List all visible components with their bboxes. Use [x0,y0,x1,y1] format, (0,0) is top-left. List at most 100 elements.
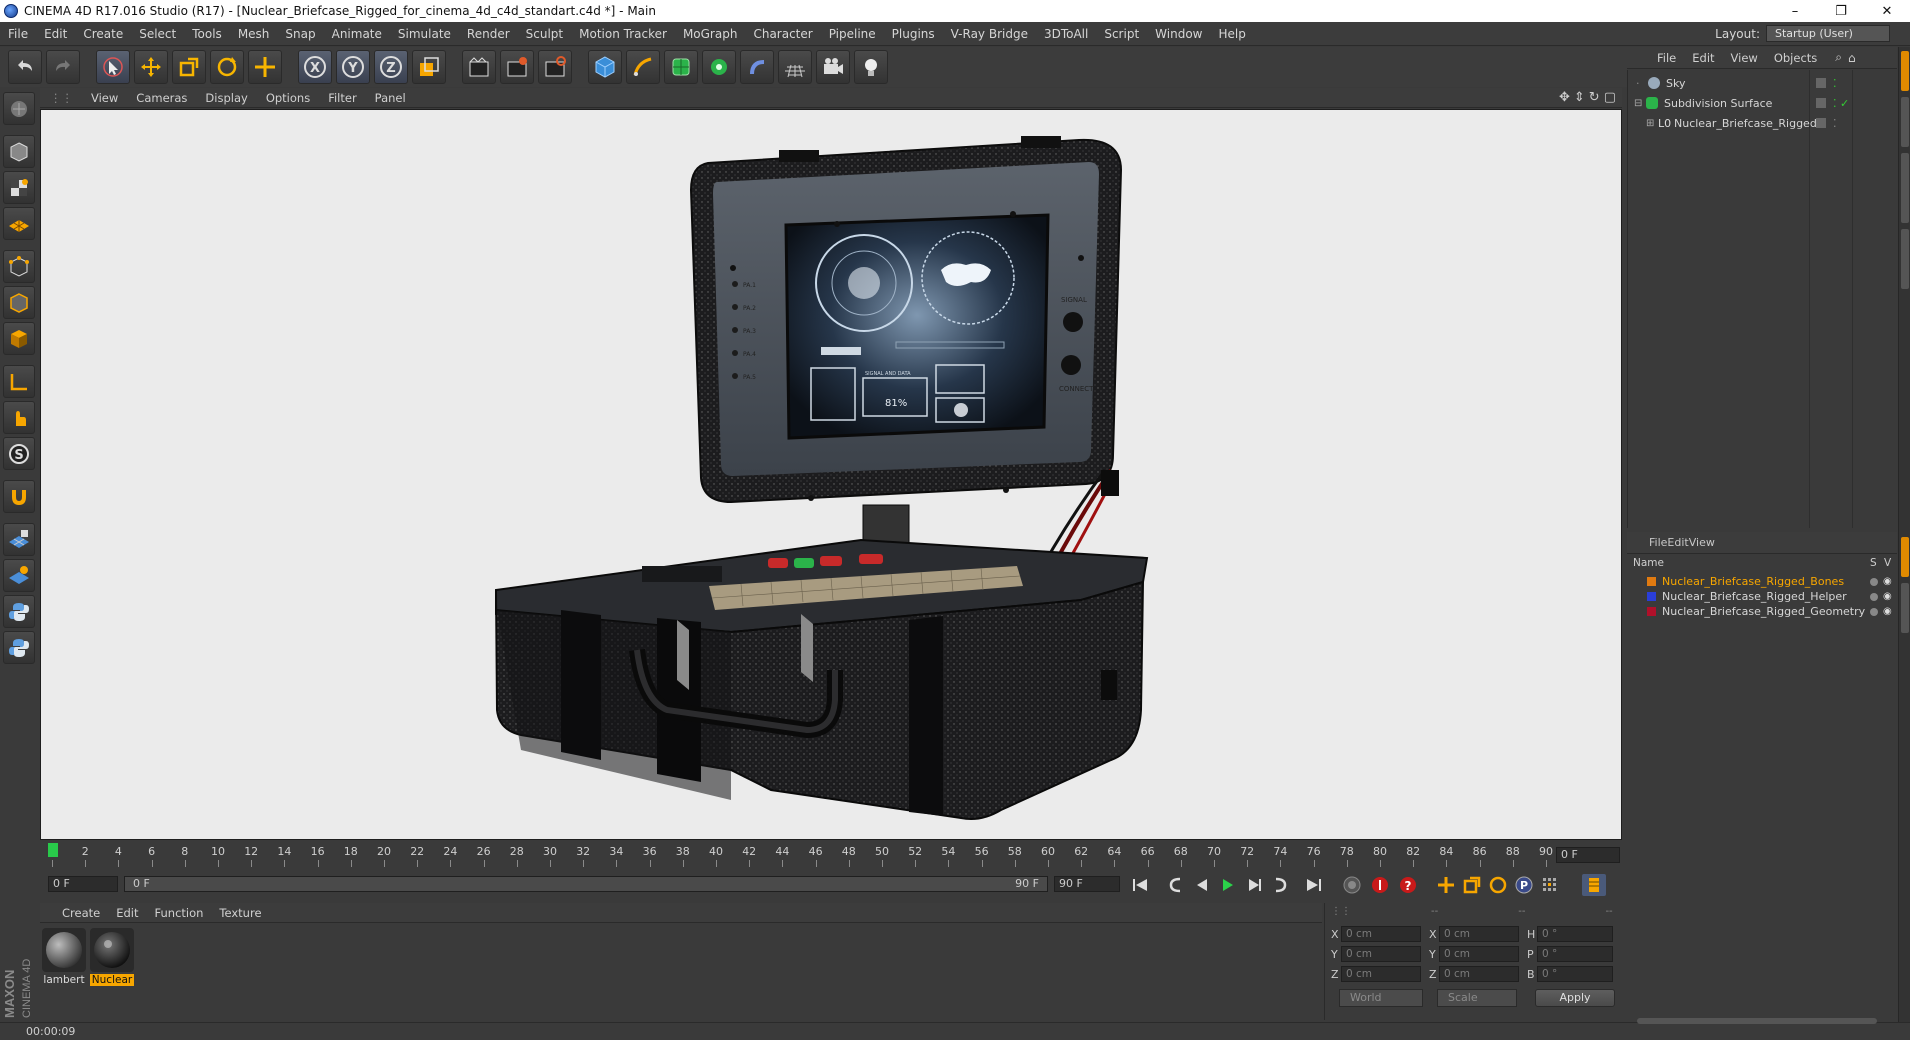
solo-toggle-icon[interactable] [1870,577,1878,586]
pen-icon[interactable] [626,50,660,84]
tweak-mode-icon[interactable] [3,401,35,434]
menu-mesh[interactable]: Mesh [230,27,278,41]
menu-vray-bridge[interactable]: V-Ray Bridge [943,27,1036,41]
layer-color-swatch[interactable] [1647,607,1656,616]
layer-color-swatch[interactable] [1647,592,1656,601]
scale-icon[interactable] [172,50,206,84]
pla-key-icon[interactable] [1538,874,1562,896]
x-axis-icon[interactable]: X [298,50,332,84]
y-axis-icon[interactable]: Y [336,50,370,84]
expand-icon[interactable]: ⊞ [1646,118,1658,129]
layers-tab[interactable] [1901,583,1909,633]
visibility-dots-icon[interactable]: ⁚ [1833,117,1837,130]
material-lambert[interactable]: lambert [42,928,86,986]
material-menu-function[interactable]: Function [147,906,212,920]
rotate-icon[interactable] [210,50,244,84]
viewport-menu-cameras[interactable]: Cameras [127,91,196,105]
objects-menu-edit[interactable]: Edit [1684,51,1722,65]
position-x-field[interactable]: 0 cm [1341,926,1421,942]
content-browser-tab[interactable] [1901,153,1909,223]
viewport-menu-display[interactable]: Display [196,91,256,105]
next-key-icon[interactable] [1242,874,1266,896]
material-nuclear[interactable]: Nuclear [90,928,134,986]
model-mode-icon[interactable] [3,135,35,168]
frame-ruler[interactable]: 0246810121416182022242628303234363840424… [48,843,1553,867]
auto-key-icon[interactable] [1368,874,1392,896]
search-icon[interactable]: ⌕ [1835,50,1842,65]
transform-icon[interactable] [248,50,282,84]
menu-render[interactable]: Render [459,27,518,41]
timeline-icon[interactable] [1582,874,1606,896]
end-frame-field[interactable]: 90 F [1054,876,1120,892]
scale-key-icon[interactable] [1460,874,1484,896]
python-icon[interactable] [3,595,35,628]
menu-plugins[interactable]: Plugins [884,27,943,41]
menu-window[interactable]: Window [1147,27,1210,41]
workplane-icon[interactable] [3,207,35,240]
viewport-menu-filter[interactable]: Filter [319,91,365,105]
objects-menu-file[interactable]: File [1649,51,1684,65]
render-picture-viewer-icon[interactable] [500,50,534,84]
position-z-field[interactable]: 0 cm [1341,966,1421,982]
rotation-h-field[interactable]: 0 ° [1537,926,1613,942]
objects-menu-objects[interactable]: Objects [1766,51,1825,65]
move-view-icon[interactable]: ✥ [1559,90,1570,105]
size-z-field[interactable]: 0 cm [1439,966,1519,982]
menu-select[interactable]: Select [131,27,184,41]
magnet-icon[interactable] [3,480,35,513]
menu-edit[interactable]: Edit [36,27,75,41]
timeline-playhead[interactable] [48,843,58,857]
workplane-lock-icon[interactable] [3,523,35,556]
layers-menu-edit[interactable]: Edit [1667,536,1688,549]
loop-icon[interactable] [1268,874,1292,896]
current-frame-field[interactable]: 0 F [1556,847,1620,863]
layout-select[interactable]: Startup (User) [1766,25,1890,42]
structure-tab[interactable] [1901,229,1909,289]
close-button[interactable]: ✕ [1864,0,1910,22]
axis-mode-icon[interactable] [3,365,35,398]
layer-row[interactable]: Nuclear_Briefcase_Rigged_Geometry ◉ [1627,604,1897,619]
render-view-icon[interactable] [462,50,496,84]
menu-sculpt[interactable]: Sculpt [518,27,571,41]
mograph-cloner-icon[interactable] [702,50,736,84]
live-selection-icon[interactable] [96,50,130,84]
eye-icon[interactable]: ◉ [1883,591,1892,602]
make-editable-icon[interactable] [3,92,35,125]
menu-snap[interactable]: Snap [277,27,323,41]
redo-icon[interactable] [46,50,80,84]
rotate-view-icon[interactable]: ↻ [1589,90,1600,105]
eye-icon[interactable]: ◉ [1883,576,1892,587]
frame-range-slider[interactable]: 0 F 90 F [124,876,1048,892]
coordinate-type-select[interactable]: Scale [1437,989,1517,1007]
move-icon[interactable] [134,50,168,84]
layers-menu-file[interactable]: File [1649,536,1667,549]
undo-icon[interactable] [8,50,42,84]
param-key-icon[interactable]: P [1512,874,1536,896]
menu-tools[interactable]: Tools [184,27,230,41]
enabled-check-icon[interactable]: ✓ [1840,97,1849,110]
python-script-icon[interactable] [3,631,35,664]
layer-color-swatch[interactable] [1647,577,1656,586]
menu-create[interactable]: Create [75,27,131,41]
objects-menu-view[interactable]: View [1723,51,1766,65]
snap-icon[interactable]: S [3,437,35,470]
render-settings-icon[interactable] [538,50,572,84]
visibility-dots-icon[interactable]: ⁚ [1833,97,1837,110]
menu-animate[interactable]: Animate [324,27,390,41]
menu-help[interactable]: Help [1210,27,1253,41]
layer-swatch-icon[interactable] [1816,78,1826,88]
apply-button[interactable]: Apply [1535,989,1615,1007]
polygons-mode-icon[interactable] [3,322,35,355]
subdivision-icon[interactable] [664,50,698,84]
rotation-b-field[interactable]: 0 ° [1537,966,1613,982]
texture-mode-icon[interactable] [3,171,35,204]
go-to-start-icon[interactable] [1128,874,1152,896]
rotation-p-field[interactable]: 0 ° [1537,946,1613,962]
restore-button[interactable]: ❐ [1818,0,1864,22]
material-menu-create[interactable]: Create [54,906,108,920]
camera-icon[interactable] [816,50,850,84]
timeline-ruler[interactable]: 0246810121416182022242628303234363840424… [40,841,1622,871]
keyframe-help-icon[interactable]: ? [1396,874,1420,896]
play-backwards-icon[interactable] [1190,874,1214,896]
zoom-view-icon[interactable]: ⇕ [1574,90,1585,105]
